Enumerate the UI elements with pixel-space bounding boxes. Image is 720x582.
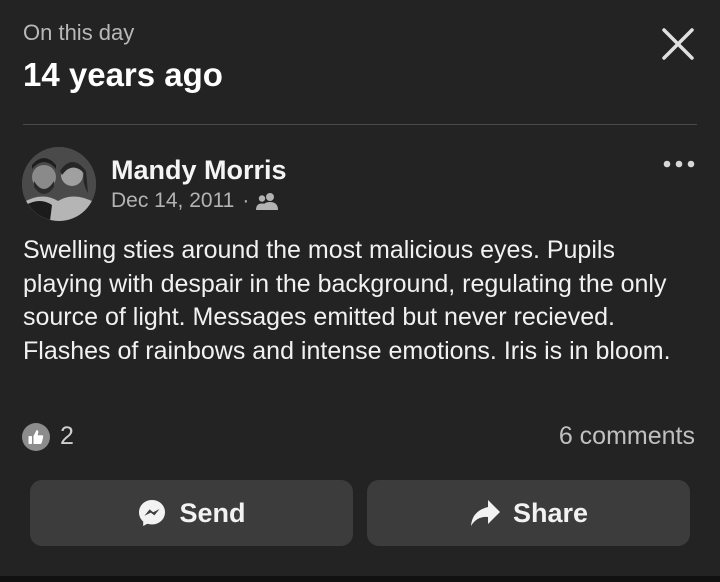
reactions-summary[interactable]: 2 (22, 422, 74, 451)
close-icon (662, 28, 694, 60)
header-divider (23, 124, 697, 125)
like-count: 2 (60, 422, 74, 450)
send-button[interactable]: Send (30, 480, 353, 546)
post-text: Swelling sties around the most malicious… (23, 236, 671, 365)
meta-separator: · (242, 189, 250, 212)
share-arrow-icon (470, 500, 500, 526)
share-button[interactable]: Share (367, 480, 690, 546)
post-date[interactable]: Dec 14, 2011 (111, 189, 234, 213)
share-label: Share (512, 497, 589, 528)
post-meta: Dec 14, 2011 · (111, 189, 279, 213)
like-icon (22, 422, 50, 451)
send-label: Send (179, 497, 246, 528)
friends-icon (256, 193, 279, 210)
author-name[interactable]: Mandy Morris (111, 155, 287, 186)
memory-header: On this day 14 years ago (23, 20, 223, 93)
memory-title: 14 years ago (23, 56, 223, 93)
close-button[interactable] (660, 26, 696, 62)
post-header: Mandy Morris Dec 14, 2011 · (22, 147, 698, 223)
avatar[interactable] (22, 147, 96, 221)
memory-subtitle: On this day (23, 20, 135, 45)
more-options-button[interactable] (663, 157, 695, 171)
profile-photo (22, 147, 96, 221)
comments-link[interactable]: 6 comments (559, 422, 695, 451)
messenger-icon (139, 500, 166, 526)
more-dots-icon (663, 160, 695, 168)
bottom-edge (0, 576, 720, 582)
